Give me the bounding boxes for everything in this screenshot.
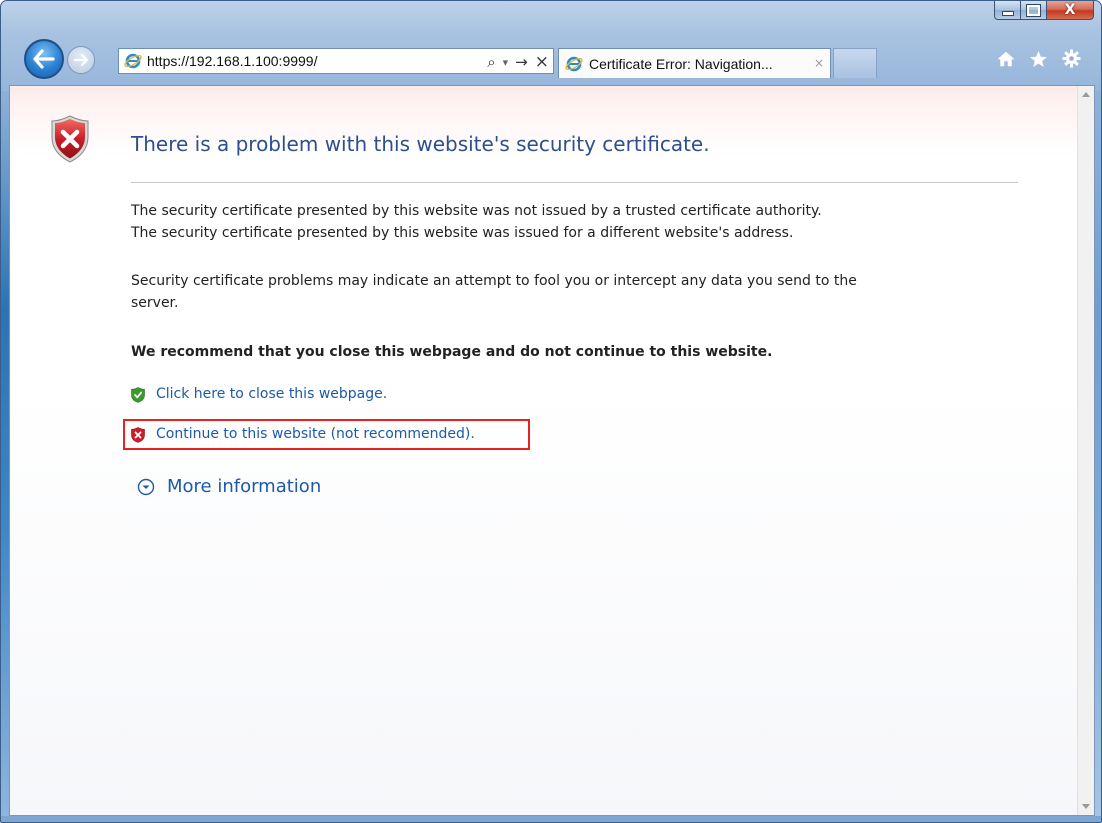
cert-issue-line-1: The security certificate presented by th… <box>131 203 822 219</box>
go-arrow-icon[interactable]: → <box>515 53 528 71</box>
scroll-down-arrow-icon[interactable] <box>1082 804 1090 809</box>
forward-arrow-icon <box>73 53 89 67</box>
command-icons <box>997 49 1081 68</box>
expand-chevron-icon[interactable] <box>137 478 155 496</box>
warning-text-line-2: server. <box>131 295 179 311</box>
tab-certificate-error[interactable]: Certificate Error: Navigation... × <box>558 48 831 78</box>
back-arrow-icon <box>33 49 55 69</box>
stop-icon[interactable]: × <box>535 52 549 72</box>
maximize-icon <box>1026 3 1041 17</box>
close-icon: X <box>1064 2 1076 18</box>
browser-window: X https://192.168.1.100:9999/ ⌕ ▾ → × Ce… <box>0 0 1102 823</box>
close-webpage-link[interactable]: Click here to close this webpage. <box>156 386 387 402</box>
favorites-star-icon[interactable] <box>1029 50 1048 68</box>
minimize-button[interactable] <box>994 1 1021 20</box>
continue-website-link[interactable]: Continue to this website (not recommende… <box>156 426 475 442</box>
green-shield-icon <box>131 387 145 403</box>
more-information-link[interactable]: More information <box>167 476 321 497</box>
maximize-button[interactable] <box>1021 1 1047 20</box>
window-frame-left <box>1 91 9 816</box>
back-button[interactable] <box>24 39 64 79</box>
address-bar-tools: ⌕ ▾ → × <box>487 52 549 72</box>
vertical-scrollbar[interactable] <box>1077 86 1094 815</box>
page-title: There is a problem with this website's s… <box>131 132 710 156</box>
new-tab-button[interactable] <box>833 48 877 78</box>
tab-close-icon[interactable]: × <box>814 56 824 70</box>
address-url[interactable]: https://192.168.1.100:9999/ <box>147 53 317 69</box>
title-divider <box>131 182 1018 183</box>
ie-logo-icon <box>124 53 142 69</box>
ie-logo-icon <box>565 56 583 71</box>
error-shield-icon <box>51 115 89 163</box>
tab-label: Certificate Error: Navigation... <box>589 55 773 72</box>
minimize-icon <box>1001 10 1014 16</box>
home-icon[interactable] <box>997 50 1015 68</box>
dropdown-icon[interactable]: ▾ <box>503 56 509 69</box>
recommendation-text: We recommend that you close this webpage… <box>131 344 773 360</box>
red-shield-icon <box>131 427 145 443</box>
address-bar[interactable]: https://192.168.1.100:9999/ ⌕ ▾ → × <box>118 48 554 74</box>
window-caption-buttons: X <box>994 1 1094 21</box>
forward-button[interactable] <box>67 46 95 74</box>
settings-gear-icon[interactable] <box>1062 49 1081 68</box>
warning-text-line-1: Security certificate problems may indica… <box>131 273 857 289</box>
page-content: There is a problem with this website's s… <box>9 85 1095 816</box>
close-window-button[interactable]: X <box>1047 1 1094 20</box>
scroll-up-arrow-icon[interactable] <box>1082 92 1090 97</box>
cert-issue-line-2: The security certificate presented by th… <box>131 225 794 241</box>
search-icon[interactable]: ⌕ <box>487 53 495 71</box>
